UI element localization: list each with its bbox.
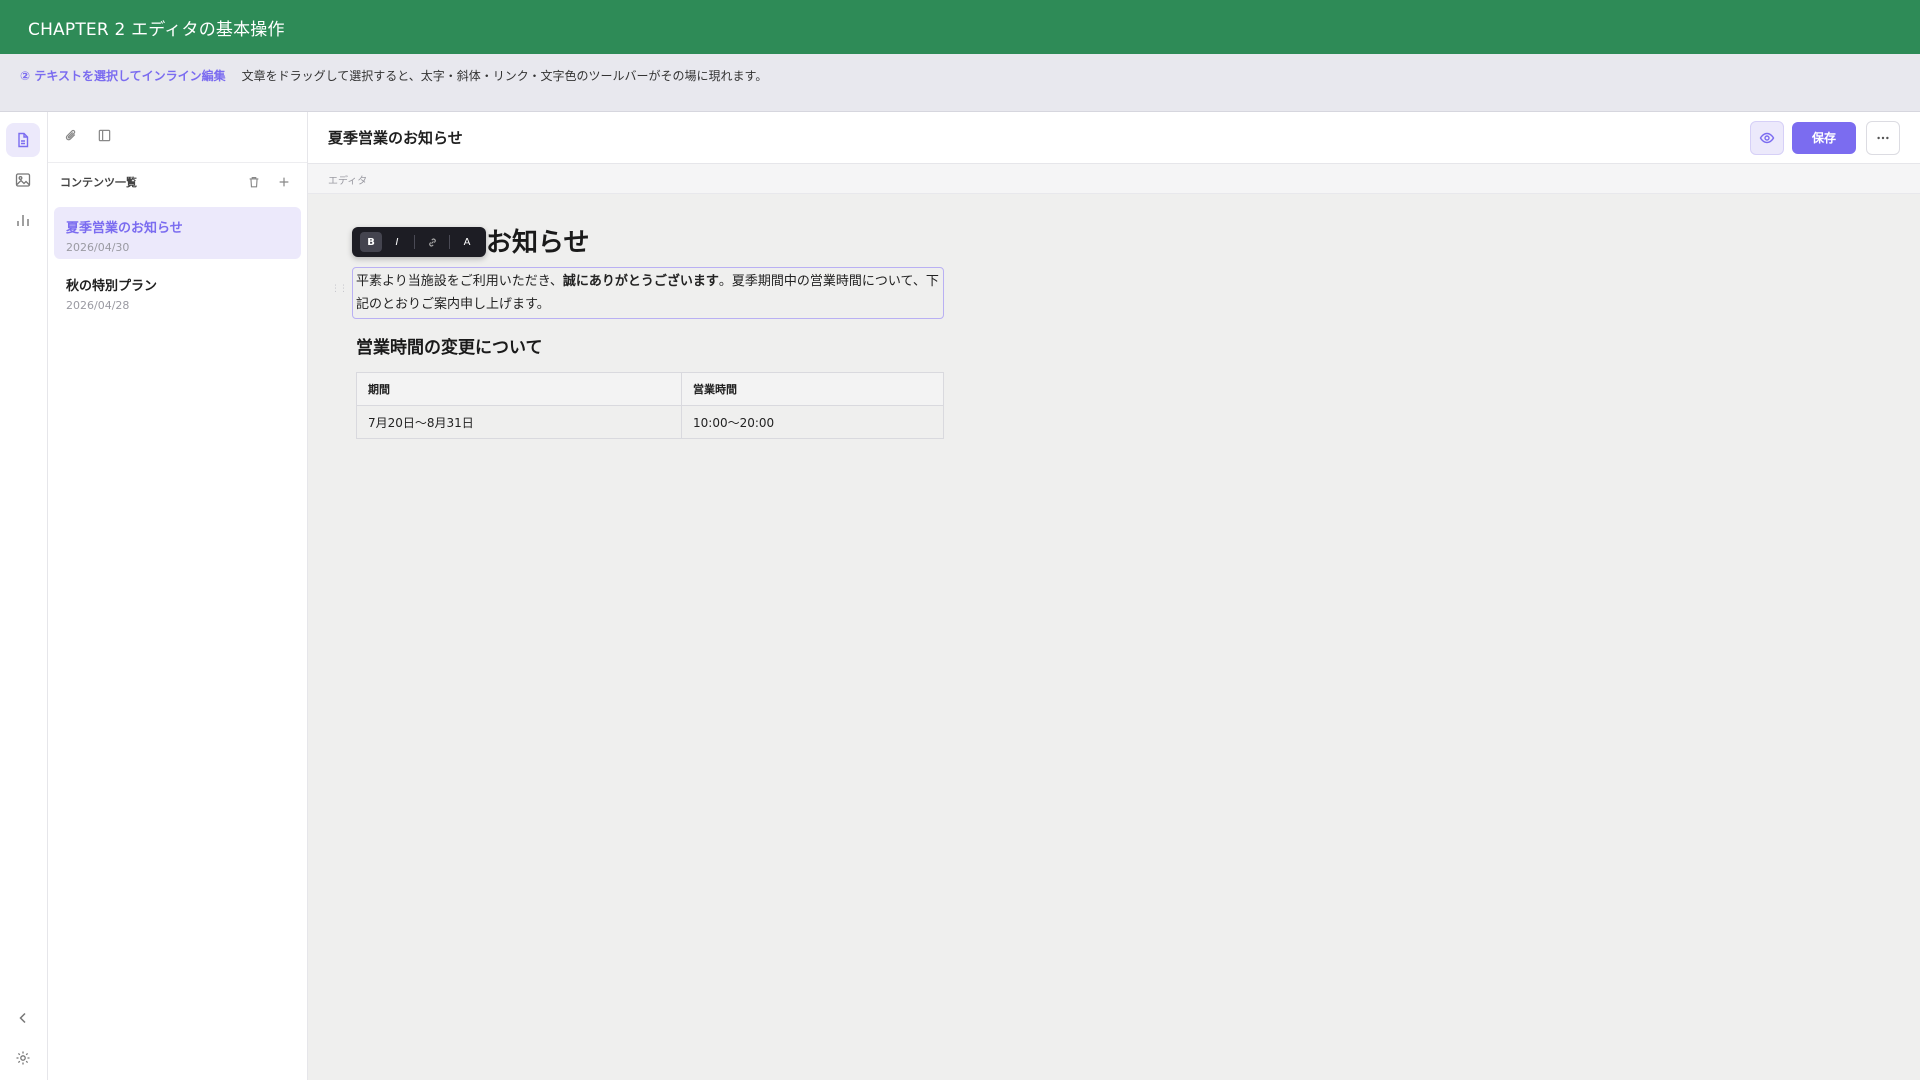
plus-icon xyxy=(279,177,289,187)
inline-format-toolbar: B I A xyxy=(352,227,486,257)
rail-media-button[interactable] xyxy=(6,163,40,197)
step-label: ② テキストを選択してインライン編集 xyxy=(20,69,226,83)
collapse-sidebar-button[interactable] xyxy=(6,1001,40,1035)
sidebar-panel-icon xyxy=(98,129,111,141)
trash-icon xyxy=(249,177,259,188)
eye-icon xyxy=(1759,132,1775,143)
paragraph-text[interactable]: 平素より当施設をご利用いただき、誠にありがとうございます。夏季期間中の営業時間に… xyxy=(356,270,940,316)
more-options-button[interactable] xyxy=(1866,120,1900,155)
toolbar-divider xyxy=(414,235,415,249)
table-cell[interactable]: 7月20日〜8月31日 xyxy=(356,405,682,439)
table-header-cell[interactable]: 営業時間 xyxy=(681,372,944,406)
rail-documents-button[interactable] xyxy=(6,123,40,157)
toggle-panel-button[interactable] xyxy=(97,128,112,147)
save-button[interactable]: 保存 xyxy=(1791,121,1856,154)
chevron-left-icon xyxy=(19,1012,26,1024)
list-item-date: 2026/04/30 xyxy=(66,241,130,254)
image-icon xyxy=(15,173,31,187)
attach-button[interactable] xyxy=(64,128,79,147)
add-content-button[interactable] xyxy=(273,171,295,193)
gear-icon xyxy=(16,1051,30,1065)
content-list-panel: コンテンツ一覧 夏季営業のお知らせ 2026/04/30 秋の特別プラン 202… xyxy=(48,112,308,1080)
preview-button[interactable] xyxy=(1749,120,1784,155)
list-item[interactable]: 秋の特別プラン 2026/04/28 xyxy=(54,265,301,317)
editor-main: 夏季営業のお知らせ 保存 エディタ 夏季営業のお知らせ ⋮⋮ 平素より当施設をご… xyxy=(308,112,1920,1080)
drag-handle-icon[interactable]: ⋮⋮ xyxy=(331,284,348,294)
selected-paragraph[interactable]: ⋮⋮ 平素より当施設をご利用いただき、誠にありがとうございます。夏季期間中の営業… xyxy=(331,267,944,319)
chapter-bar: CHAPTER 2 エディタの基本操作 xyxy=(0,0,1920,54)
instruction-banner: ② テキストを選択してインライン編集 文章をドラッグして選択すると、太字・斜体・… xyxy=(0,54,1920,112)
paperclip-icon xyxy=(65,129,76,140)
list-item-date: 2026/04/28 xyxy=(66,299,130,312)
paragraph-bold-text: 誠にありがとうございます xyxy=(562,274,719,289)
bold-button[interactable]: B xyxy=(360,232,382,252)
more-horizontal-icon xyxy=(1877,136,1889,139)
italic-button[interactable]: I xyxy=(386,232,408,252)
document-title: 夏季営業のお知らせ xyxy=(328,129,463,147)
paragraph-text-start: 平素より当施設をご利用いただき、 xyxy=(356,274,563,289)
link-button[interactable] xyxy=(421,232,443,252)
text-color-button[interactable]: A xyxy=(456,232,478,252)
table-cell[interactable]: 10:00〜20:00 xyxy=(681,405,944,439)
list-toolbar xyxy=(48,112,307,163)
settings-button[interactable] xyxy=(6,1041,40,1075)
list-item-title: 夏季営業のお知らせ xyxy=(66,221,183,236)
content-heading-2[interactable]: 営業時間の変更について xyxy=(356,333,1920,358)
editor-section-label: エディタ xyxy=(308,164,1920,194)
table-header-row: 期間 営業時間 xyxy=(356,372,944,406)
icon-rail xyxy=(0,112,48,1080)
table-row: 7月20日〜8月31日 10:00〜20:00 xyxy=(356,405,944,439)
bar-chart-icon xyxy=(17,215,29,226)
list-header-title: コンテンツ一覧 xyxy=(60,176,137,189)
table-header-cell[interactable]: 期間 xyxy=(356,372,682,406)
content-heading-1[interactable]: 夏季営業のお知らせ xyxy=(356,222,1920,262)
chapter-title: CHAPTER 2 エディタの基本操作 xyxy=(28,19,285,40)
list-item-title: 秋の特別プラン xyxy=(66,279,158,294)
toolbar-divider xyxy=(449,235,450,249)
document-icon xyxy=(18,132,29,148)
delete-button[interactable] xyxy=(243,171,265,193)
editor-header: 夏季営業のお知らせ 保存 xyxy=(308,112,1920,164)
rail-analytics-button[interactable] xyxy=(6,203,40,237)
hours-table[interactable]: 期間 営業時間 7月20日〜8月31日 10:00〜20:00 xyxy=(356,372,944,439)
list-item[interactable]: 夏季営業のお知らせ 2026/04/30 xyxy=(54,207,301,259)
editor-canvas[interactable]: 夏季営業のお知らせ ⋮⋮ 平素より当施設をご利用いただき、誠にありがとうございま… xyxy=(308,194,1920,439)
list-header: コンテンツ一覧 xyxy=(48,163,307,201)
link-icon xyxy=(428,238,436,246)
step-description: 文章をドラッグして選択すると、太字・斜体・リンク・文字色のツールバーがその場に現… xyxy=(241,69,768,83)
